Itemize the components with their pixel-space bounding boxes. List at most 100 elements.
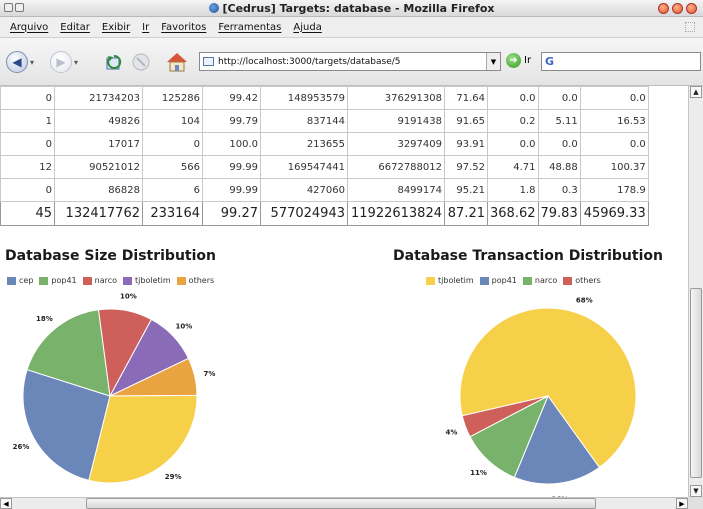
table-row: 0 17017 0 100.0 213655 3297409 93.91 0.0 0.0 0.0 (0, 132, 649, 156)
title-bar: [Cedrus] Targets: database - Mozilla Fir… (0, 0, 703, 17)
table-cell: 376291308 (347, 86, 445, 110)
table-cell: 0.0 (487, 86, 539, 110)
firefox-icon (208, 3, 219, 13)
table-cell: 100.0 (202, 132, 261, 156)
address-dropdown-icon[interactable]: ▼ (486, 53, 500, 70)
table-cell: 0 (0, 86, 55, 110)
table-cell: 99.42 (202, 86, 261, 110)
table-cell: 577024943 (260, 201, 348, 226)
google-search-icon[interactable]: G (545, 55, 554, 68)
address-input[interactable]: http://localhost:3000/targets/database/5 (218, 57, 401, 67)
pie-label: 68% (576, 297, 593, 305)
window-title-wrap: [Cedrus] Targets: database - Mozilla Fir… (0, 2, 703, 15)
table-cell: 427060 (260, 178, 348, 202)
table-cell: 45969.33 (579, 201, 649, 226)
table-cell: 21734203 (54, 86, 143, 110)
go-arrow-icon: ➜ (506, 53, 521, 68)
table-cell: 0 (0, 132, 55, 156)
size-pie-chart: 26% 18% 10% 10% 7% 29% (13, 293, 215, 484)
table-cell: 125286 (142, 86, 203, 110)
table-cell: 100.37 (579, 155, 649, 179)
window-controls (658, 3, 697, 14)
go-button[interactable]: ➜ Ir (506, 53, 531, 68)
table-cell: 1.8 (487, 178, 539, 202)
menu-editar[interactable]: Editar (54, 22, 96, 33)
table-cell: 95.21 (444, 178, 488, 202)
table-cell: 0 (142, 132, 203, 156)
table-total-row: 45 132417762 233164 99.27 577024943 119226138… (0, 201, 649, 226)
vertical-scroll-thumb[interactable] (690, 288, 702, 478)
scroll-left-icon[interactable]: ◀ (0, 498, 12, 509)
forward-dropdown-icon[interactable]: ▾ (74, 58, 78, 67)
table-cell: 0.3 (537, 178, 581, 202)
close-button[interactable] (686, 3, 697, 14)
table-cell: 11922613824 (347, 201, 445, 226)
table-cell: 0.2 (487, 109, 539, 133)
home-icon (167, 53, 187, 72)
menu-arquivo[interactable]: Arquivo (4, 22, 54, 33)
menu-favoritos[interactable]: Favoritos (155, 22, 212, 33)
table-cell: 3297409 (347, 132, 445, 156)
maximize-button[interactable] (672, 3, 683, 14)
window-title: [Cedrus] Targets: database - Mozilla Fir… (222, 2, 495, 15)
table-cell: 566 (142, 155, 203, 179)
table-cell: 97.52 (444, 155, 488, 179)
table-cell: 48.88 (537, 155, 581, 179)
back-dropdown-icon[interactable]: ▾ (30, 58, 34, 67)
forward-arrow-icon: ▶ (50, 51, 72, 73)
menu-ajuda[interactable]: Ajuda (287, 22, 327, 33)
address-bar[interactable]: http://localhost:3000/targets/database/5… (199, 52, 501, 71)
pie-label: 10% (176, 323, 193, 331)
browser-window: [Cedrus] Targets: database - Mozilla Fir… (0, 0, 703, 509)
table-cell: 49826 (54, 109, 143, 133)
transaction-pie-chart: 68%16%11%4% (445, 297, 637, 497)
legend-swatch (426, 276, 435, 285)
table-cell: 148953579 (260, 86, 348, 110)
table-cell: 104 (142, 109, 203, 133)
scroll-up-icon[interactable]: ▲ (690, 86, 702, 98)
table-cell: 0.0 (487, 132, 539, 156)
size-chart-title: Database Size Distribution (5, 248, 216, 264)
table-cell: 132417762 (54, 201, 143, 226)
minimize-button[interactable] (658, 3, 669, 14)
table-row: 12 90521012 566 99.99 169547441 6672788012 97.… (0, 155, 649, 179)
pie-label: 7% (203, 370, 215, 378)
table-cell: 1 (0, 109, 55, 133)
table-row: 0 86828 6 99.99 427060 8499174 95.21 1.8 0.3 178.… (0, 178, 649, 202)
search-box[interactable]: G (541, 52, 701, 71)
page-icon (203, 57, 214, 66)
table-cell: 86828 (54, 178, 143, 202)
horizontal-scroll-thumb[interactable] (86, 498, 596, 509)
table-cell: 99.99 (202, 178, 261, 202)
scroll-right-icon[interactable]: ▶ (676, 498, 688, 509)
pie-label: 11% (470, 469, 487, 477)
table-cell: 99.79 (202, 109, 261, 133)
table-row: 0 21734203 125286 99.42 148953579 376291308 71… (0, 86, 649, 110)
pie-label: 29% (165, 473, 182, 481)
table-cell: 213655 (260, 132, 348, 156)
table-cell: 5.11 (537, 109, 581, 133)
stop-icon (132, 53, 150, 71)
table-cell: 99.27 (202, 201, 261, 226)
forward-button[interactable]: ▶ ▾ (50, 51, 78, 73)
home-button[interactable] (166, 51, 188, 73)
menu-exibir[interactable]: Exibir (96, 22, 136, 33)
horizontal-scrollbar[interactable]: ◀ ▶ (0, 497, 688, 509)
scrollbar-corner (688, 497, 703, 509)
vertical-scrollbar[interactable]: ▲ ▼ (688, 86, 703, 497)
menu-ir[interactable]: Ir (136, 22, 155, 33)
stop-button[interactable] (130, 51, 152, 73)
back-button[interactable]: ◀ ▾ (6, 51, 34, 73)
menu-ferramentas[interactable]: Ferramentas (212, 22, 287, 33)
navigation-toolbar: ◀ ▾ ▶ ▾ http://localhost:3000/targets/data… (0, 38, 703, 86)
table-cell: 368.62 (487, 201, 539, 226)
table-cell: 0 (0, 178, 55, 202)
table-cell: 0.0 (537, 132, 581, 156)
pie-label: 4% (445, 429, 457, 437)
scroll-down-icon[interactable]: ▼ (690, 485, 702, 497)
stats-table: 0 21734203 125286 99.42 148953579 376291308 71… (0, 86, 649, 226)
reload-button[interactable] (104, 51, 126, 73)
table-cell: 9191438 (347, 109, 445, 133)
table-cell: 0.0 (579, 86, 649, 110)
menu-grip-icon (685, 22, 695, 32)
